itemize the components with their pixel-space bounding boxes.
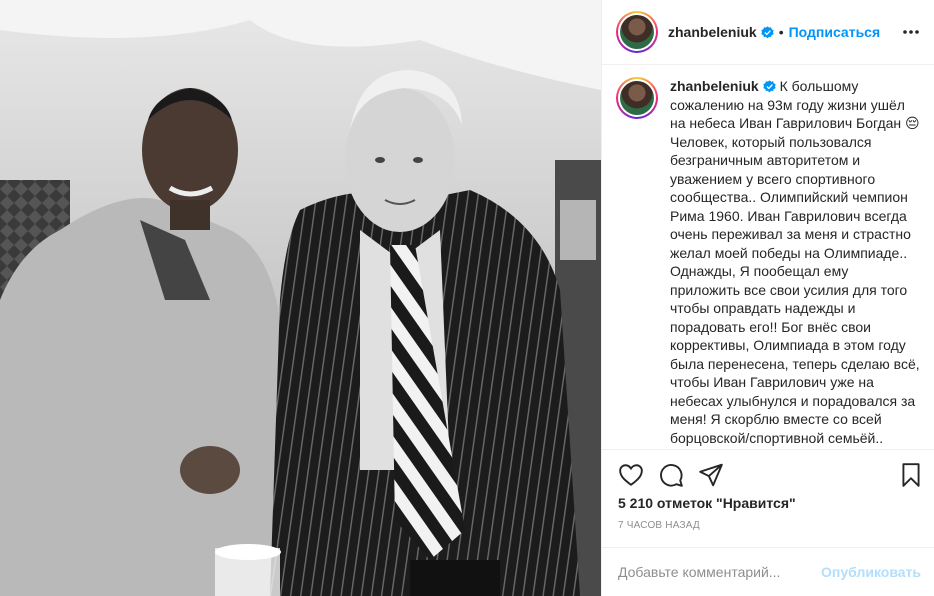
more-horizontal-icon[interactable] <box>901 22 921 42</box>
post-side-panel: zhanbeleniuk • Подписаться zhanbeleniuk … <box>601 0 934 596</box>
bookmark-icon[interactable] <box>898 462 924 488</box>
caption-author-avatar[interactable] <box>616 77 658 119</box>
post-caption: zhanbeleniuk К большому сожалению на 93м… <box>616 77 921 447</box>
verified-badge-icon <box>761 25 774 38</box>
follow-button[interactable]: Подписаться <box>789 24 881 40</box>
caption-body: К большому сожалению на 93м году жизни у… <box>670 78 924 446</box>
publish-button[interactable]: Опубликовать <box>821 564 921 580</box>
post-timestamp[interactable]: 7 ЧАСОВ НАЗАД <box>618 520 700 531</box>
author-avatar[interactable] <box>616 11 658 53</box>
caption-username[interactable]: zhanbeleniuk <box>670 78 759 94</box>
post-photo-image <box>0 0 601 596</box>
post-header: zhanbeleniuk • Подписаться <box>602 0 934 65</box>
likes-count[interactable]: 5 210 отметок "Нравится" <box>618 495 796 511</box>
post-photo[interactable] <box>0 0 601 596</box>
comment-bar: Опубликовать <box>602 547 934 596</box>
caption-verified-badge-icon <box>763 80 776 93</box>
post-actions-bar <box>602 449 934 501</box>
caption-text-block: zhanbeleniuk К большому сожалению на 93м… <box>670 77 920 447</box>
author-username[interactable]: zhanbeleniuk <box>668 24 757 40</box>
comment-icon[interactable] <box>658 462 684 488</box>
paper-plane-icon[interactable] <box>698 462 724 488</box>
heart-icon[interactable] <box>618 462 644 488</box>
header-separator: • <box>778 24 784 40</box>
comment-input[interactable] <box>618 564 822 580</box>
